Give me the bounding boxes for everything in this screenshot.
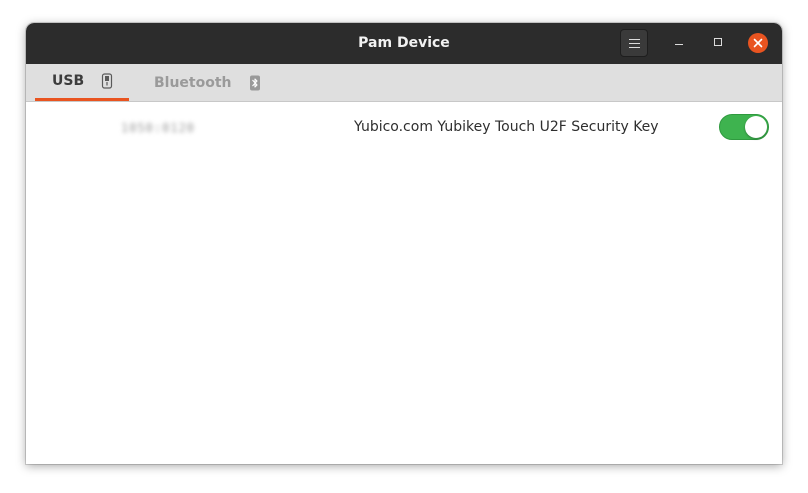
maximize-icon: [714, 38, 722, 46]
maximize-button[interactable]: [709, 33, 729, 53]
title-bar[interactable]: Pam Device: [26, 23, 782, 64]
tab-bluetooth-label: Bluetooth: [154, 74, 232, 91]
toggle-knob: [745, 116, 767, 138]
tab-bluetooth[interactable]: Bluetooth: [144, 64, 264, 101]
close-icon: [753, 38, 763, 48]
device-name: Yubico.com Yubikey Touch U2F Security Ke…: [354, 119, 659, 135]
bluetooth-icon: [249, 75, 261, 91]
menu-icon-bar: [629, 43, 640, 44]
menu-icon: [629, 39, 640, 40]
hamburger-menu-button[interactable]: [620, 29, 648, 57]
tab-bar: USB Bluetooth: [26, 64, 782, 102]
close-button[interactable]: [748, 33, 768, 53]
device-id: 1050:0120: [121, 121, 196, 135]
minimize-button[interactable]: [669, 33, 689, 53]
usb-drive-icon: [101, 73, 113, 89]
minimize-icon: [675, 44, 683, 45]
device-enable-toggle[interactable]: [719, 114, 769, 140]
menu-icon-bar: [629, 47, 640, 48]
device-list: 1050:0120 Yubico.com Yubikey Touch U2F S…: [26, 102, 782, 464]
app-window: Pam Device USB Bluetooth 1050:0120 Yubic…: [26, 23, 782, 464]
tab-usb-label: USB: [52, 73, 85, 89]
tab-usb[interactable]: USB: [35, 64, 129, 101]
